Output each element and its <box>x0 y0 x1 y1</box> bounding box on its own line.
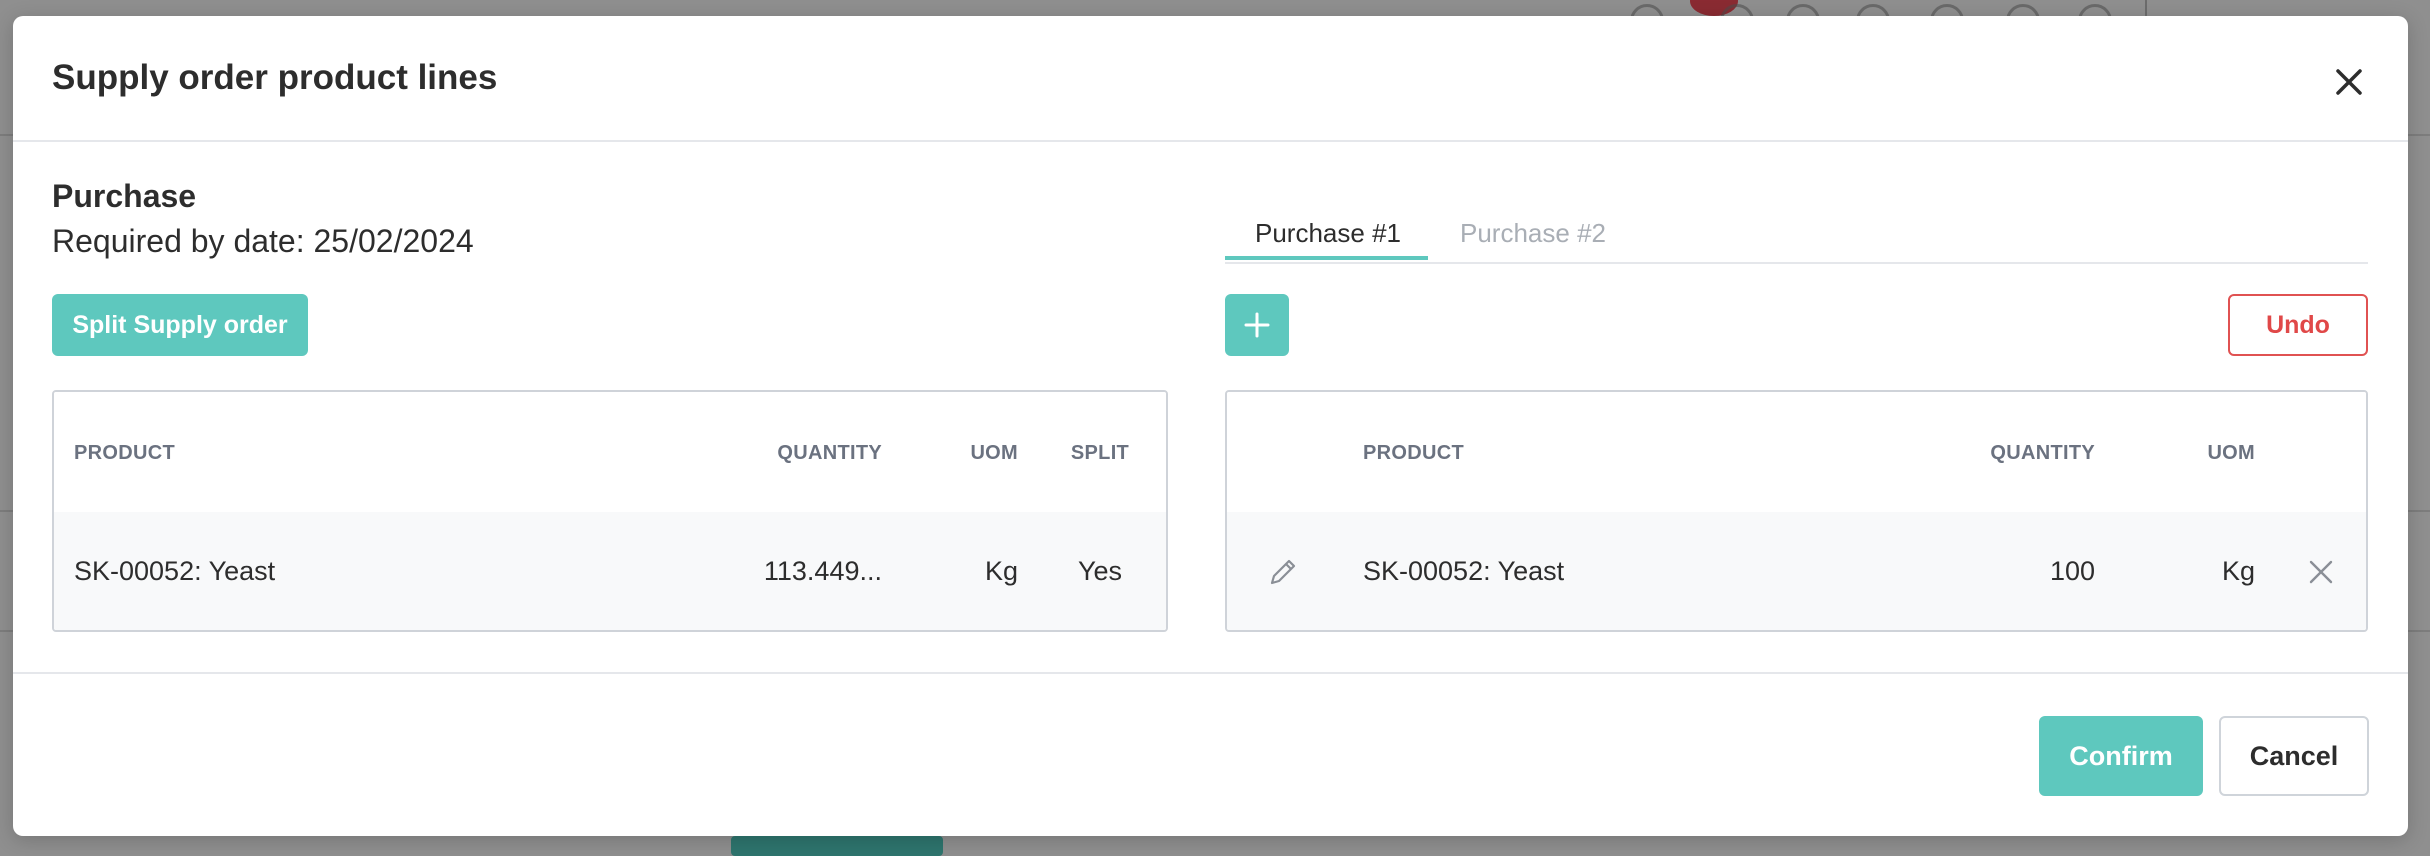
remove-x-icon <box>2309 560 2333 584</box>
edit-line-button[interactable] <box>1265 554 1301 590</box>
original-lines-table: PRODUCT QUANTITY UOM SPLIT SK-00052: Yea… <box>52 390 1168 632</box>
purchase-tabs: Purchase #1 Purchase #2 <box>1225 196 2368 264</box>
cell-quantity: 113.449... <box>763 556 882 586</box>
tab-purchase-2[interactable]: Purchase #2 <box>1460 218 1606 249</box>
cancel-button[interactable]: Cancel <box>2219 716 2369 796</box>
column-header-split: SPLIT <box>1070 442 1130 464</box>
column-header-quantity: QUANTITY <box>1990 442 2095 464</box>
section-title: Purchase <box>52 178 197 214</box>
pencil-icon <box>1270 559 1296 585</box>
plus-icon <box>1244 312 1270 338</box>
column-header-uom: UOM <box>2207 442 2255 464</box>
cell-uom: Kg <box>2221 556 2255 586</box>
supply-order-modal: Supply order product lines Purchase Requ… <box>13 16 2408 836</box>
undo-button[interactable]: Undo <box>2228 294 2368 356</box>
required-by-date: Required by date: 25/02/2024 <box>52 223 474 259</box>
split-supply-order-button[interactable]: Split Supply order <box>52 294 308 356</box>
confirm-button[interactable]: Confirm <box>2039 716 2203 796</box>
tab-purchase-1[interactable]: Purchase #1 <box>1255 218 1401 249</box>
cell-split: Yes <box>1077 556 1123 586</box>
cell-product: SK-00052: Yeast <box>1363 556 1565 586</box>
table-row: SK-00052: Yeast 113.449... Kg Yes <box>54 512 1166 630</box>
bg-button <box>731 836 943 856</box>
cell-quantity: 100 <box>2049 556 2095 586</box>
cell-uom: Kg <box>984 556 1018 586</box>
column-header-uom: UOM <box>970 442 1018 464</box>
close-button[interactable] <box>2329 62 2369 102</box>
cell-product: SK-00052: Yeast <box>74 556 276 586</box>
close-icon <box>2336 69 2362 95</box>
modal-title: Supply order product lines <box>52 58 498 97</box>
split-lines-table: PRODUCT QUANTITY UOM SK-00052: Yeast 100… <box>1225 390 2368 632</box>
remove-line-button[interactable] <box>2305 556 2337 588</box>
add-line-button[interactable] <box>1225 294 1289 356</box>
column-header-product: PRODUCT <box>1363 442 1464 464</box>
table-header: PRODUCT QUANTITY UOM <box>1227 392 2366 514</box>
active-tab-indicator <box>1225 256 1428 260</box>
table-header: PRODUCT QUANTITY UOM SPLIT <box>54 392 1166 514</box>
table-row: SK-00052: Yeast 100 Kg <box>1227 512 2366 630</box>
column-header-quantity: QUANTITY <box>777 442 882 464</box>
column-header-product: PRODUCT <box>74 442 175 464</box>
footer-divider <box>13 672 2408 674</box>
modal-header: Supply order product lines <box>13 16 2408 142</box>
